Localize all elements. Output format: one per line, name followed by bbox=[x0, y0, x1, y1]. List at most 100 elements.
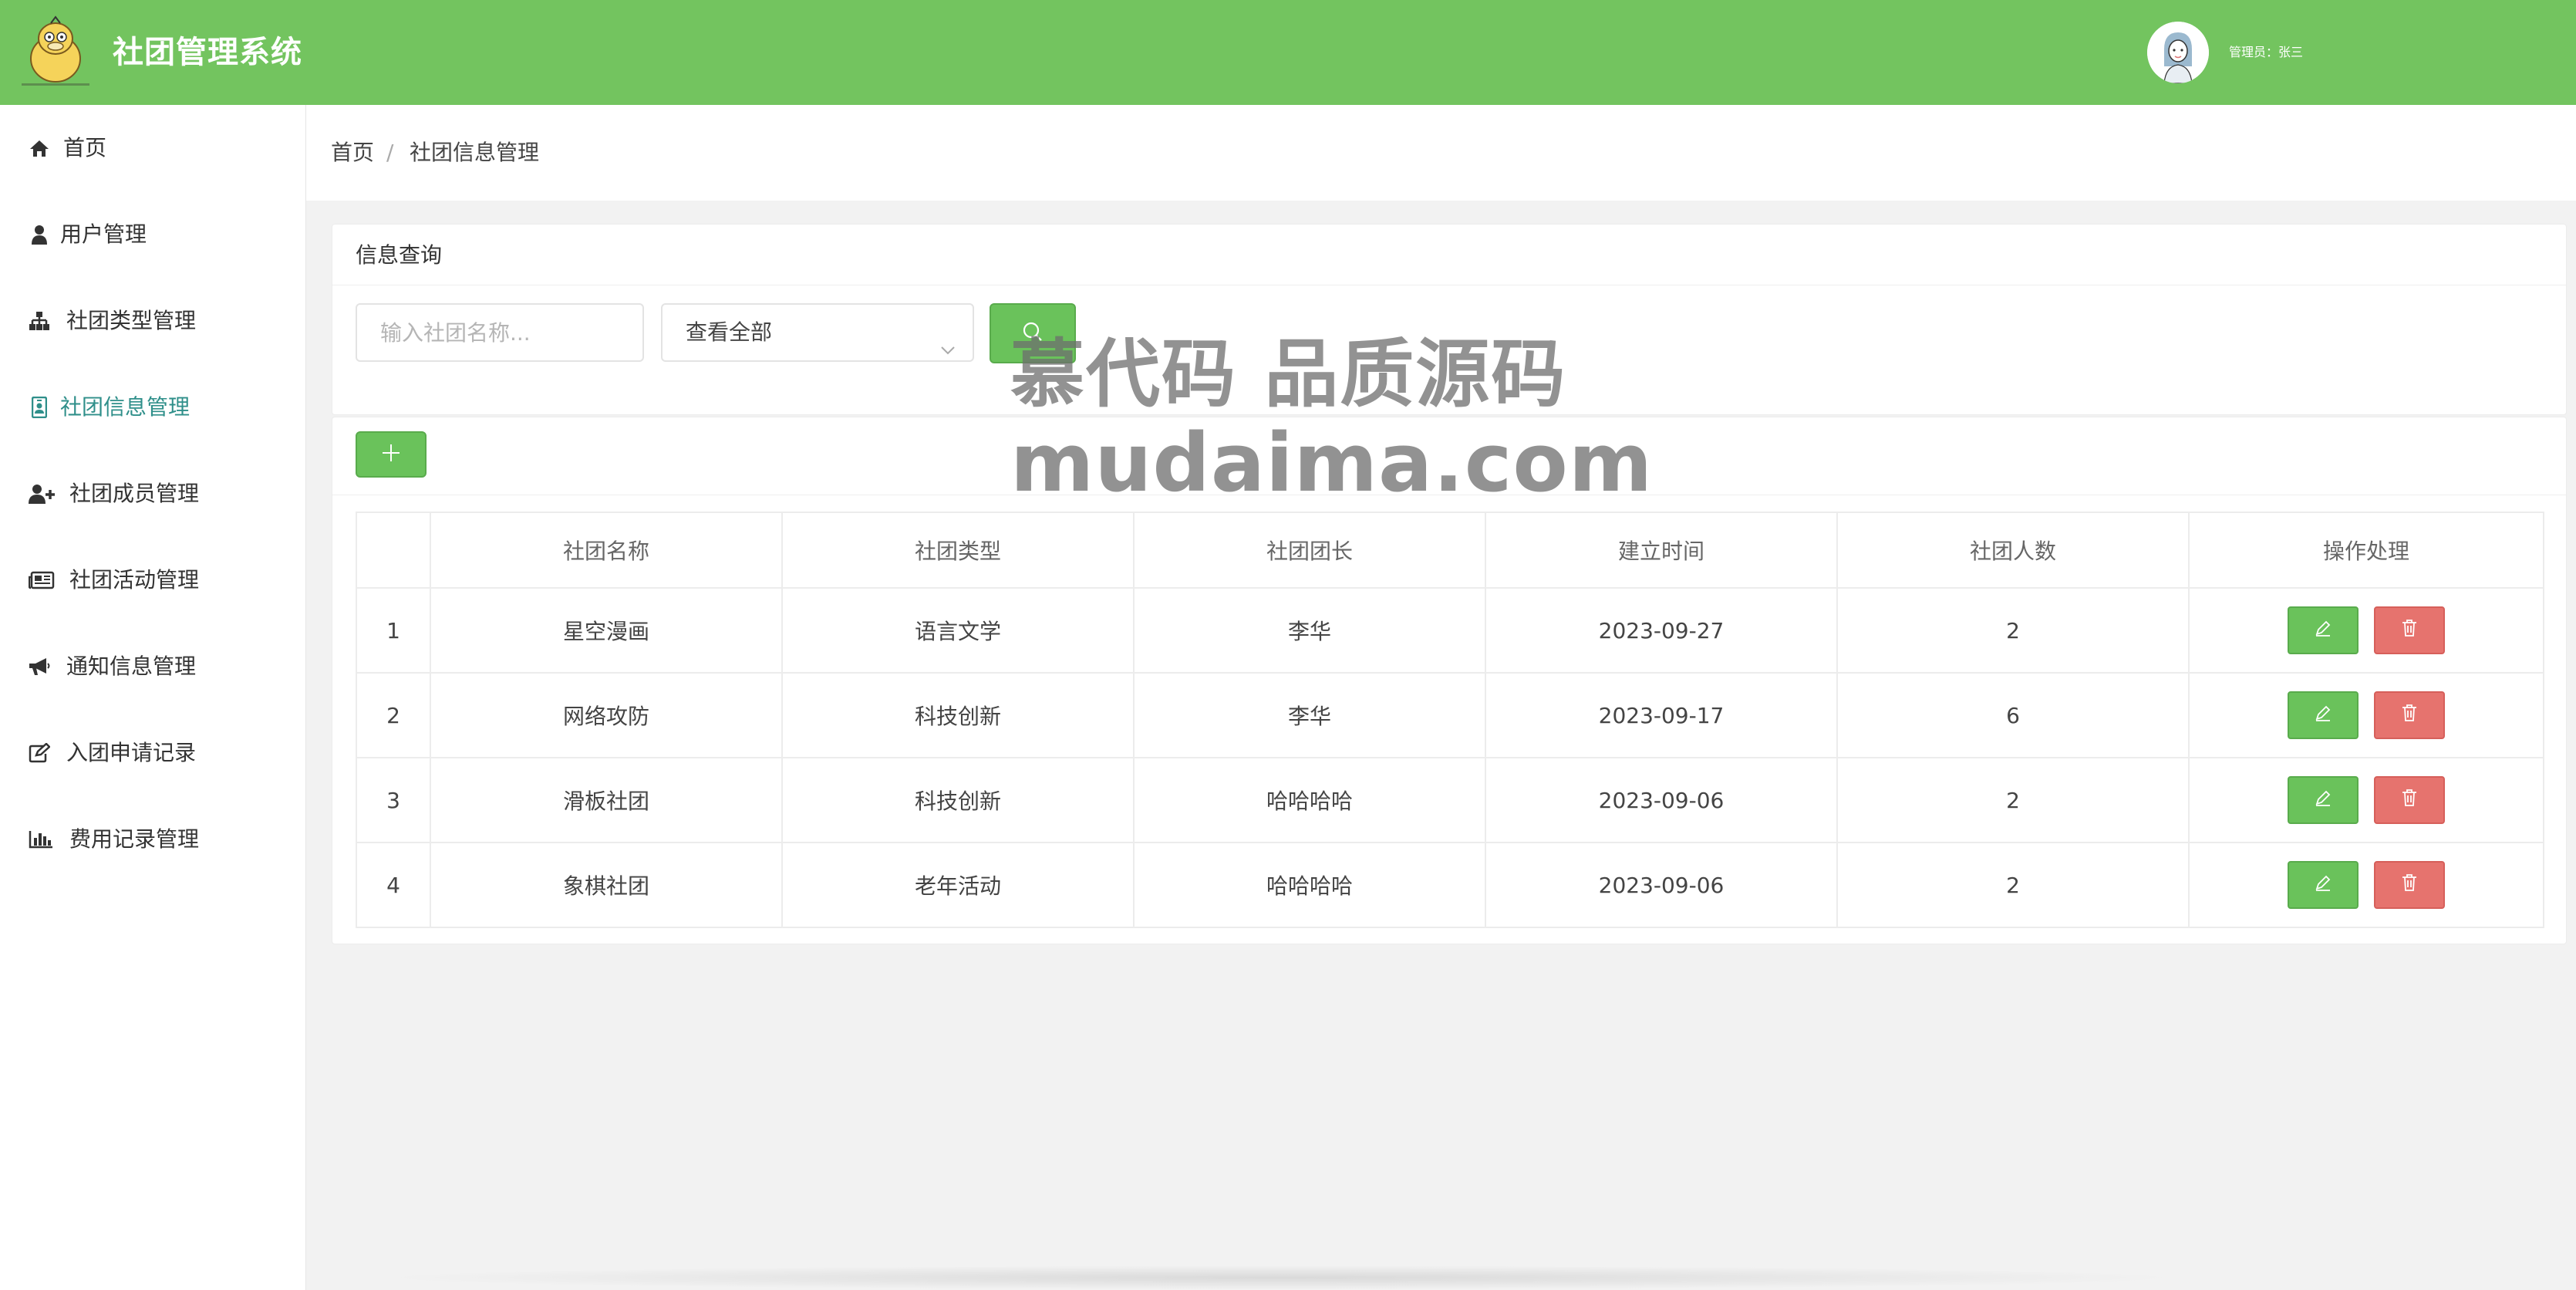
sidebar-item-club-activities[interactable]: 社团活动管理 bbox=[0, 537, 305, 623]
sidebar-item-label: 社团成员管理 bbox=[69, 481, 200, 506]
table-header-row: 社团名称 社团类型 社团团长 建立时间 社团人数 操作处理 bbox=[356, 512, 2544, 589]
column-header-type: 社团类型 bbox=[781, 512, 1135, 589]
plus-icon bbox=[380, 442, 402, 467]
cell-club-name: 滑板社团 bbox=[430, 757, 783, 843]
sitemap-icon bbox=[28, 309, 51, 333]
search-icon bbox=[1021, 320, 1044, 346]
id-badge-icon bbox=[28, 396, 51, 419]
breadcrumb-separator: / bbox=[386, 140, 394, 165]
pencil-icon bbox=[2313, 873, 2333, 898]
cell-actions bbox=[2188, 757, 2544, 843]
breadcrumb-home[interactable]: 首页 bbox=[331, 137, 374, 168]
cell-leader: 哈哈哈哈 bbox=[1133, 757, 1486, 843]
club-name-search-input[interactable] bbox=[356, 303, 644, 362]
club-table: 社团名称 社团类型 社团团长 建立时间 社团人数 操作处理 1 星空漫画 语言文… bbox=[356, 512, 2544, 928]
delete-button[interactable] bbox=[2374, 776, 2445, 824]
sidebar-item-label: 社团活动管理 bbox=[69, 567, 200, 593]
cell-created-date: 2023-09-06 bbox=[1485, 842, 1838, 928]
cell-club-name: 象棋社团 bbox=[430, 842, 783, 928]
trash-icon bbox=[2400, 873, 2419, 898]
bullhorn-icon bbox=[28, 655, 51, 678]
trash-icon bbox=[2400, 618, 2419, 643]
cell-club-name: 星空漫画 bbox=[430, 587, 783, 674]
column-header-created: 建立时间 bbox=[1485, 512, 1838, 589]
column-header-leader: 社团团长 bbox=[1133, 512, 1486, 589]
edit-button[interactable] bbox=[2288, 861, 2359, 909]
pencil-icon bbox=[2313, 618, 2333, 643]
table-row: 3 滑板社团 科技创新 哈哈哈哈 2023-09-06 2 bbox=[356, 757, 2544, 843]
sidebar-item-home[interactable]: 首页 bbox=[0, 105, 305, 191]
cell-member-count: 2 bbox=[1836, 587, 2190, 674]
pencil-icon bbox=[2313, 703, 2333, 728]
cell-club-type: 老年活动 bbox=[781, 842, 1135, 928]
sidebar-item-club-members[interactable]: 社团成员管理 bbox=[0, 451, 305, 537]
bar-chart-icon bbox=[28, 828, 54, 851]
delete-button[interactable] bbox=[2374, 691, 2445, 739]
pencil-icon bbox=[2313, 788, 2333, 813]
breadcrumb-current: 社团信息管理 bbox=[410, 140, 540, 165]
sidebar-item-join-requests[interactable]: 入团申请记录 bbox=[0, 710, 305, 796]
sidebar-item-label: 入团申请记录 bbox=[66, 740, 197, 765]
chevron-down-icon bbox=[939, 325, 957, 380]
cell-index: 2 bbox=[356, 672, 431, 758]
sidebar-item-label: 社团类型管理 bbox=[66, 308, 197, 333]
add-club-button[interactable] bbox=[356, 431, 427, 478]
sidebar-item-label: 用户管理 bbox=[60, 221, 147, 247]
query-panel: 信息查询 查看全部 bbox=[332, 224, 2567, 415]
sidebar-item-club-info[interactable]: 社团信息管理 bbox=[0, 364, 305, 451]
query-panel-title: 信息查询 bbox=[356, 242, 443, 268]
sidebar-item-label: 社团信息管理 bbox=[60, 394, 191, 420]
column-header-actions: 操作处理 bbox=[2188, 512, 2544, 589]
sidebar-item-fee-records[interactable]: 费用记录管理 bbox=[0, 796, 305, 883]
cell-actions bbox=[2188, 842, 2544, 928]
trash-icon bbox=[2400, 703, 2419, 728]
admin-name-label[interactable]: 管理员：张三 bbox=[2229, 43, 2303, 62]
cell-index: 1 bbox=[356, 587, 431, 674]
column-header-members: 社团人数 bbox=[1836, 512, 2190, 589]
cell-leader: 哈哈哈哈 bbox=[1133, 842, 1486, 928]
edit-button[interactable] bbox=[2288, 776, 2359, 824]
newspaper-icon bbox=[28, 569, 56, 592]
cell-leader: 李华 bbox=[1133, 672, 1486, 758]
edit-button[interactable] bbox=[2288, 606, 2359, 654]
table-row: 1 星空漫画 语言文学 李华 2023-09-27 2 bbox=[356, 587, 2544, 674]
cell-created-date: 2023-09-17 bbox=[1485, 672, 1838, 758]
delete-button[interactable] bbox=[2374, 606, 2445, 654]
delete-button[interactable] bbox=[2374, 861, 2445, 909]
cell-leader: 李华 bbox=[1133, 587, 1486, 674]
cell-member-count: 2 bbox=[1836, 842, 2190, 928]
cell-member-count: 2 bbox=[1836, 757, 2190, 843]
bottom-shadow bbox=[370, 1265, 2190, 1290]
table-row: 4 象棋社团 老年活动 哈哈哈哈 2023-09-06 2 bbox=[356, 842, 2544, 928]
avatar[interactable] bbox=[2147, 22, 2209, 83]
user-icon bbox=[28, 223, 51, 246]
cell-created-date: 2023-09-06 bbox=[1485, 757, 1838, 843]
search-button[interactable] bbox=[990, 303, 1076, 363]
cell-actions bbox=[2188, 672, 2544, 758]
edit-button[interactable] bbox=[2288, 691, 2359, 739]
trash-icon bbox=[2400, 788, 2419, 813]
club-type-select[interactable]: 查看全部 bbox=[661, 303, 974, 362]
sidebar-item-users[interactable]: 用户管理 bbox=[0, 191, 305, 278]
sidebar-item-label: 通知信息管理 bbox=[66, 653, 197, 679]
home-icon bbox=[28, 137, 51, 160]
table-row: 2 网络攻防 科技创新 李华 2023-09-17 6 bbox=[356, 672, 2544, 758]
cell-club-type: 科技创新 bbox=[781, 757, 1135, 843]
cell-created-date: 2023-09-27 bbox=[1485, 587, 1838, 674]
sidebar-item-label: 费用记录管理 bbox=[69, 826, 200, 852]
cell-club-type: 科技创新 bbox=[781, 672, 1135, 758]
sidebar-item-notifications[interactable]: 通知信息管理 bbox=[0, 623, 305, 710]
sidebar: 首页 用户管理 社团类型管理 社团信息管理 社团成员管理 社团活动管理 通知信息… bbox=[0, 105, 306, 1290]
user-plus-icon bbox=[28, 482, 56, 505]
sidebar-item-label: 首页 bbox=[63, 135, 107, 160]
top-header: 社团管理系统 管理员：张三 bbox=[0, 0, 2576, 105]
cell-club-name: 网络攻防 bbox=[430, 672, 783, 758]
breadcrumb: 首页 / 社团信息管理 bbox=[306, 105, 2576, 201]
column-header-index bbox=[356, 512, 431, 589]
table-panel: 社团名称 社团类型 社团团长 建立时间 社团人数 操作处理 1 星空漫画 语言文… bbox=[332, 417, 2567, 944]
edit-icon bbox=[28, 741, 51, 765]
column-header-name: 社团名称 bbox=[430, 512, 783, 589]
sidebar-item-club-types[interactable]: 社团类型管理 bbox=[0, 278, 305, 364]
cell-index: 3 bbox=[356, 757, 431, 843]
club-type-select-value: 查看全部 bbox=[686, 319, 773, 345]
